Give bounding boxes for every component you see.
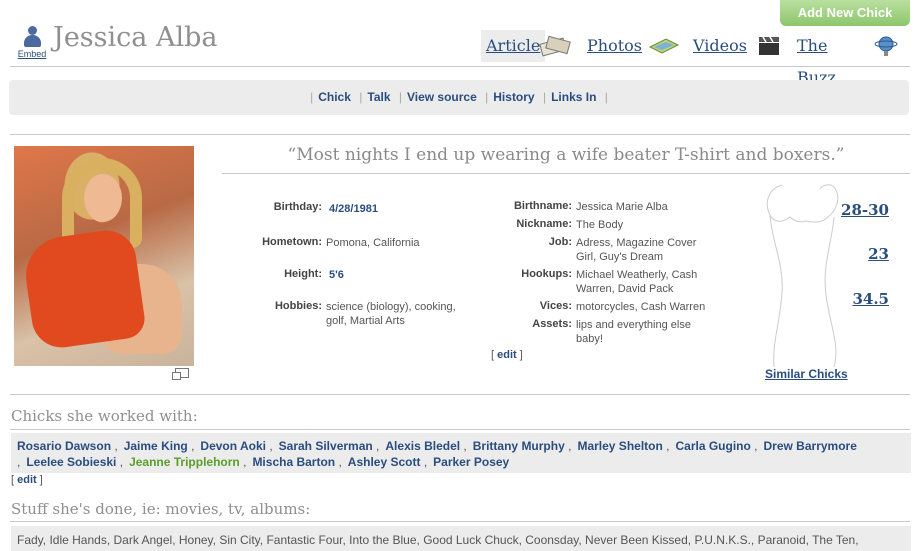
hookups-value: Michael Weatherly, Cash Warren, David Pa… bbox=[576, 269, 698, 295]
height-value[interactable]: 5'6 bbox=[329, 269, 344, 281]
hometown-value: Pomona, California bbox=[326, 237, 420, 249]
separator: , bbox=[662, 439, 670, 453]
separator: , bbox=[116, 455, 124, 469]
quote: “Most nights I end up wearing a wife bea… bbox=[287, 145, 845, 165]
coworker-link[interactable]: Parker Posey bbox=[433, 455, 509, 469]
tab-photos[interactable]: Photos bbox=[587, 30, 642, 62]
separator: , bbox=[17, 455, 21, 469]
separator: , bbox=[265, 439, 273, 453]
separator: , bbox=[335, 455, 342, 469]
profile-photo[interactable] bbox=[14, 146, 194, 366]
vices-label: Vices: bbox=[539, 300, 572, 312]
coworker-link[interactable]: Brittany Murphy bbox=[473, 439, 565, 453]
height-label: Height: bbox=[284, 268, 322, 280]
coworker-link[interactable]: Jeanne Tripplehorn bbox=[129, 455, 240, 469]
stuff-title: Stuff she's done, ie: movies, tv, albums… bbox=[11, 500, 311, 518]
article-icon bbox=[539, 35, 571, 57]
user-icon bbox=[23, 26, 41, 48]
coworker-link[interactable]: Jaime King bbox=[124, 439, 188, 453]
coworker-link[interactable]: Rosario Dawson bbox=[17, 439, 111, 453]
hobbies-value: science (biology), cooking, golf, Martia… bbox=[326, 301, 456, 327]
subnav-view-source[interactable]: View source bbox=[407, 90, 477, 104]
divider bbox=[222, 173, 910, 174]
worked-with-edit: [ edit ] bbox=[11, 474, 43, 486]
coworker-link[interactable]: Mischa Barton bbox=[252, 455, 335, 469]
measurement-bust[interactable]: 28-30 bbox=[820, 201, 889, 219]
divider bbox=[10, 521, 910, 522]
coworker-link[interactable]: Devon Aoki bbox=[200, 439, 266, 453]
coworker-link[interactable]: Sarah Silverman bbox=[279, 439, 373, 453]
nickname-label: Nickname: bbox=[516, 218, 572, 230]
buzz-icon bbox=[874, 36, 898, 56]
birthday-label: Birthday: bbox=[273, 201, 322, 213]
tab-videos[interactable]: Videos bbox=[693, 30, 747, 62]
worked-with-edit-link[interactable]: edit bbox=[17, 474, 37, 486]
separator: , bbox=[564, 439, 572, 453]
measurement-waist[interactable]: 23 bbox=[820, 245, 889, 263]
divider bbox=[10, 66, 910, 67]
separator: , bbox=[111, 439, 118, 453]
assets-value: lips and everything else baby! bbox=[576, 319, 691, 345]
separator: , bbox=[187, 439, 195, 453]
enlarge-icon[interactable] bbox=[172, 368, 189, 380]
coworker-link[interactable]: Alexis Bledel bbox=[385, 439, 460, 453]
coworker-link[interactable]: Carla Gugino bbox=[675, 439, 750, 453]
divider bbox=[10, 394, 910, 395]
tab-article[interactable]: Article bbox=[481, 30, 546, 62]
worked-with-title: Chicks she worked with: bbox=[11, 407, 198, 425]
birthname-label: Birthname: bbox=[513, 200, 572, 212]
job-value: Adress, Magazine Cover Girl, Guy's Dream bbox=[576, 237, 697, 263]
divider bbox=[10, 429, 910, 430]
worked-with-list: Rosario Dawson , Jaime King , Devon Aoki ,… bbox=[11, 433, 911, 473]
separator: , bbox=[750, 439, 758, 453]
separator: , bbox=[420, 455, 428, 469]
photos-icon bbox=[648, 38, 680, 54]
hobbies-label: Hobbies: bbox=[274, 300, 322, 312]
embed-button[interactable]: Embed bbox=[14, 26, 50, 59]
tab-the-buzz[interactable]: The Buzz bbox=[797, 30, 836, 87]
assets-label: Assets: bbox=[532, 318, 572, 330]
stuff-list: Fady, Idle Hands, Dark Angel, Honey, Sin… bbox=[11, 526, 911, 551]
profile-edit-link[interactable]: edit bbox=[497, 349, 517, 361]
coworker-link[interactable]: Ashley Scott bbox=[348, 455, 421, 469]
subnav-chick[interactable]: Chick bbox=[318, 90, 351, 104]
page-header: Embed Jessica Alba Article Photos Videos… bbox=[0, 20, 918, 87]
job-label: Job: bbox=[548, 236, 572, 248]
subnav-links-in[interactable]: Links In bbox=[551, 90, 596, 104]
coworker-link[interactable]: Leelee Sobieski bbox=[26, 455, 116, 469]
hometown-label: Hometown: bbox=[262, 236, 322, 248]
subnav-talk[interactable]: Talk bbox=[367, 90, 390, 104]
vices-value: motorcycles, Cash Warren bbox=[576, 301, 706, 313]
birthname-value: Jessica Marie Alba bbox=[576, 201, 668, 213]
subnav-bar: | Chick | Talk | View source | History | Link… bbox=[9, 80, 909, 115]
coworker-link[interactable]: Marley Shelton bbox=[577, 439, 662, 453]
birthday-value[interactable]: 4/28/1981 bbox=[329, 203, 378, 215]
separator: , bbox=[460, 439, 467, 453]
nickname-value: The Body bbox=[576, 219, 624, 231]
similar-chicks-link[interactable]: Similar Chicks bbox=[765, 367, 848, 381]
videos-icon bbox=[759, 36, 779, 55]
profile-edit: [ edit ] bbox=[491, 349, 523, 361]
divider bbox=[10, 134, 910, 135]
separator: , bbox=[372, 439, 380, 453]
embed-label[interactable]: Embed bbox=[14, 49, 50, 59]
measurement-hips[interactable]: 34.5 bbox=[820, 290, 889, 308]
coworker-link[interactable]: Drew Barrymore bbox=[764, 439, 857, 453]
hookups-label: Hookups: bbox=[521, 268, 572, 280]
separator: , bbox=[239, 455, 247, 469]
subnav-history[interactable]: History bbox=[493, 90, 534, 104]
page-title: Jessica Alba bbox=[53, 22, 218, 53]
